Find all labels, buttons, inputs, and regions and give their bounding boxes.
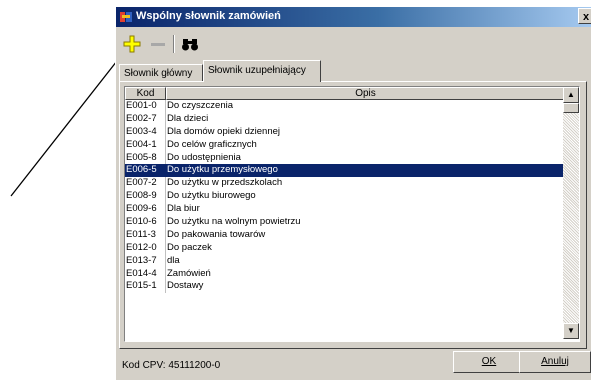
tab-strip: Słownik główny Słownik uzupełniający bbox=[119, 60, 589, 82]
column-divider bbox=[165, 125, 166, 139]
dialog-window: Wspólny słownik zamówień x Słownik główn… bbox=[115, 6, 591, 380]
column-divider bbox=[165, 267, 166, 281]
column-divider bbox=[165, 254, 166, 268]
list-header: Kod Opis bbox=[125, 87, 565, 100]
row-code: E005-8 bbox=[126, 151, 157, 163]
row-code: E010-6 bbox=[126, 216, 157, 228]
scroll-thumb[interactable] bbox=[563, 103, 579, 113]
vertical-scrollbar[interactable]: ▲ ▼ bbox=[563, 87, 579, 339]
list-row[interactable]: E011-3 Do pakowania towarów bbox=[125, 228, 565, 242]
find-button[interactable] bbox=[179, 33, 201, 55]
list-row[interactable]: E007-2 Do użytku w przedszkolach bbox=[125, 177, 565, 191]
row-code: E012-0 bbox=[126, 241, 157, 253]
ok-button-label: OK bbox=[481, 356, 497, 367]
row-description: Do użytku na wolnym powietrzu bbox=[167, 216, 301, 228]
row-description: Dla domów opieki dziennej bbox=[167, 125, 281, 137]
row-code: E007-2 bbox=[126, 177, 157, 189]
column-divider bbox=[165, 112, 166, 126]
list-row[interactable]: E012-0 Do paczek bbox=[125, 241, 565, 255]
list-row[interactable]: E013-7 dla bbox=[125, 254, 565, 268]
app-icon bbox=[120, 12, 132, 22]
row-description: Do użytku przemysłowego bbox=[167, 164, 278, 176]
code-list[interactable]: Kod Opis E001-0 Do czyszczenia E002-7 Dla d… bbox=[124, 86, 580, 342]
column-divider bbox=[165, 280, 166, 294]
row-description: Do udostępnienia bbox=[167, 151, 241, 163]
row-code: E011-3 bbox=[126, 228, 156, 240]
row-description: Do użytku w przedszkolach bbox=[167, 177, 283, 189]
minus-icon bbox=[151, 43, 165, 46]
column-header-kod[interactable]: Kod bbox=[125, 87, 166, 100]
list-row[interactable]: E001-0 Do czyszczenia bbox=[125, 100, 565, 113]
row-code: E004-1 bbox=[126, 138, 157, 150]
row-description: Zamówień bbox=[167, 267, 211, 279]
list-row[interactable]: E005-8 Do udostępnienia bbox=[125, 151, 565, 165]
row-description: Do pakowania towarów bbox=[167, 228, 266, 240]
plus-icon bbox=[123, 35, 141, 53]
toolbar-separator bbox=[173, 35, 175, 53]
list-row[interactable]: E002-7 Dla dzieci bbox=[125, 112, 565, 126]
column-divider bbox=[165, 241, 166, 255]
column-divider bbox=[165, 190, 166, 204]
ok-button[interactable]: OK bbox=[453, 351, 525, 373]
list-row[interactable]: E003-4 Dla domów opieki dziennej bbox=[125, 125, 565, 139]
list-row[interactable]: E008-9 Do użytku biurowego bbox=[125, 190, 565, 204]
scroll-down-button[interactable]: ▼ bbox=[563, 323, 579, 339]
list-row[interactable]: E010-6 Do użytku na wolnym powietrzu bbox=[125, 216, 565, 229]
add-button[interactable] bbox=[121, 33, 143, 55]
column-divider bbox=[165, 177, 166, 191]
row-code: E014-4 bbox=[126, 267, 157, 279]
column-divider bbox=[165, 164, 166, 178]
row-description: Do paczek bbox=[167, 241, 212, 253]
cpv-code-status: Kod CPV: 45111200-0 bbox=[122, 360, 221, 371]
column-divider bbox=[165, 100, 166, 113]
row-description: Dla biur bbox=[167, 203, 200, 215]
window-title: Wspólny słownik zamówień bbox=[136, 10, 281, 22]
column-divider bbox=[165, 216, 166, 229]
list-row[interactable]: E014-4 Zamówień bbox=[125, 267, 565, 281]
list-row[interactable]: E015-1 Dostawy bbox=[125, 280, 565, 294]
list-row[interactable]: E004-1 Do celów graficznych bbox=[125, 138, 565, 152]
remove-button[interactable] bbox=[147, 33, 169, 55]
column-header-opis[interactable]: Opis bbox=[166, 87, 565, 100]
toolbar bbox=[116, 28, 591, 58]
column-divider bbox=[165, 151, 166, 165]
row-description: Dla dzieci bbox=[167, 112, 209, 124]
list-row[interactable]: E009-6 Dla biur bbox=[125, 203, 565, 217]
column-divider bbox=[165, 228, 166, 242]
close-button[interactable]: x bbox=[578, 8, 591, 24]
list-rows: E001-0 Do czyszczenia E002-7 Dla dzieci E003… bbox=[125, 100, 565, 294]
title-bar: Wspólny słownik zamówień x bbox=[116, 7, 591, 27]
list-row-selected[interactable]: E006-5 Do użytku przemysłowego bbox=[125, 164, 565, 178]
row-code: E003-4 bbox=[126, 125, 157, 137]
tab-main-dictionary[interactable]: Słownik główny bbox=[119, 64, 203, 81]
row-code: E006-5 bbox=[126, 164, 157, 176]
row-description: dla bbox=[167, 254, 180, 266]
scroll-up-button[interactable]: ▲ bbox=[563, 87, 579, 103]
row-code: E001-0 bbox=[126, 100, 157, 111]
tab-panel: Kod Opis E001-0 Do czyszczenia E002-7 Dla d… bbox=[119, 81, 587, 349]
row-description: Do użytku biurowego bbox=[167, 190, 256, 202]
row-description: Do czyszczenia bbox=[167, 100, 233, 111]
tab-supplementary-dictionary[interactable]: Słownik uzupełniający bbox=[203, 60, 321, 82]
cancel-button-label: Anuluj bbox=[541, 356, 569, 367]
binoculars-icon bbox=[182, 39, 198, 51]
row-description: Do celów graficznych bbox=[167, 138, 257, 150]
row-code: E009-6 bbox=[126, 203, 157, 215]
cancel-button[interactable]: Anuluj bbox=[519, 351, 591, 373]
row-code: E013-7 bbox=[126, 254, 157, 266]
row-code: E015-1 bbox=[126, 280, 157, 292]
row-description: Dostawy bbox=[167, 280, 204, 292]
column-divider bbox=[165, 203, 166, 217]
column-divider bbox=[165, 138, 166, 152]
row-code: E002-7 bbox=[126, 112, 157, 124]
row-code: E008-9 bbox=[126, 190, 157, 202]
